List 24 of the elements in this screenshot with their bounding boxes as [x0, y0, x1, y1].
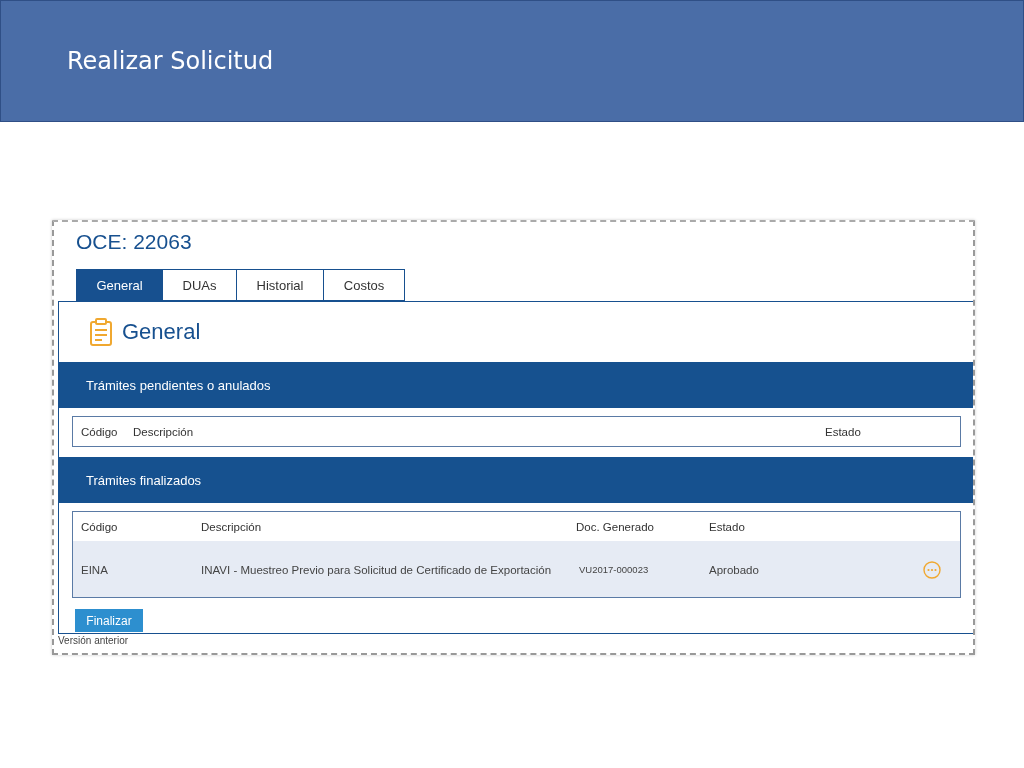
table-cell-text: EINA: [81, 563, 109, 576]
tab[interactable]: General: [76, 269, 163, 301]
column-header: Descripción: [201, 520, 263, 533]
column-header: Código: [81, 425, 119, 438]
clipboard-icon: [90, 318, 112, 346]
table-cell-text: INAVI - Muestreo Previo para Solicitud de Certificado de Exportación: [201, 563, 553, 576]
column-header: Descripción: [133, 425, 195, 438]
column-header: Doc. Generado: [576, 520, 655, 533]
section-bar-title: Trámites pendientes o anulados: [86, 377, 271, 393]
tab[interactable]: Costos: [324, 269, 405, 301]
previous-version-link[interactable]: Versión anterior: [58, 635, 129, 646]
tab[interactable]: Historial: [237, 269, 324, 301]
more-options-icon[interactable]: [923, 560, 941, 579]
table-cell-text: Aprobado: [709, 563, 760, 576]
column-header: Código: [81, 520, 119, 533]
finalize-button[interactable]: Finalizar: [75, 609, 143, 632]
section-bar-title: Trámites finalizados: [86, 472, 202, 488]
tab[interactable]: DUAs: [163, 269, 237, 301]
column-header: Estado: [825, 425, 862, 438]
table-cell-text: VU2017-000023: [578, 564, 650, 575]
section-heading: General: [122, 319, 201, 345]
page-title: OCE: 22063: [76, 229, 193, 255]
slide-title: Realizar Solicitud: [67, 47, 274, 75]
column-header: Estado: [709, 520, 746, 533]
